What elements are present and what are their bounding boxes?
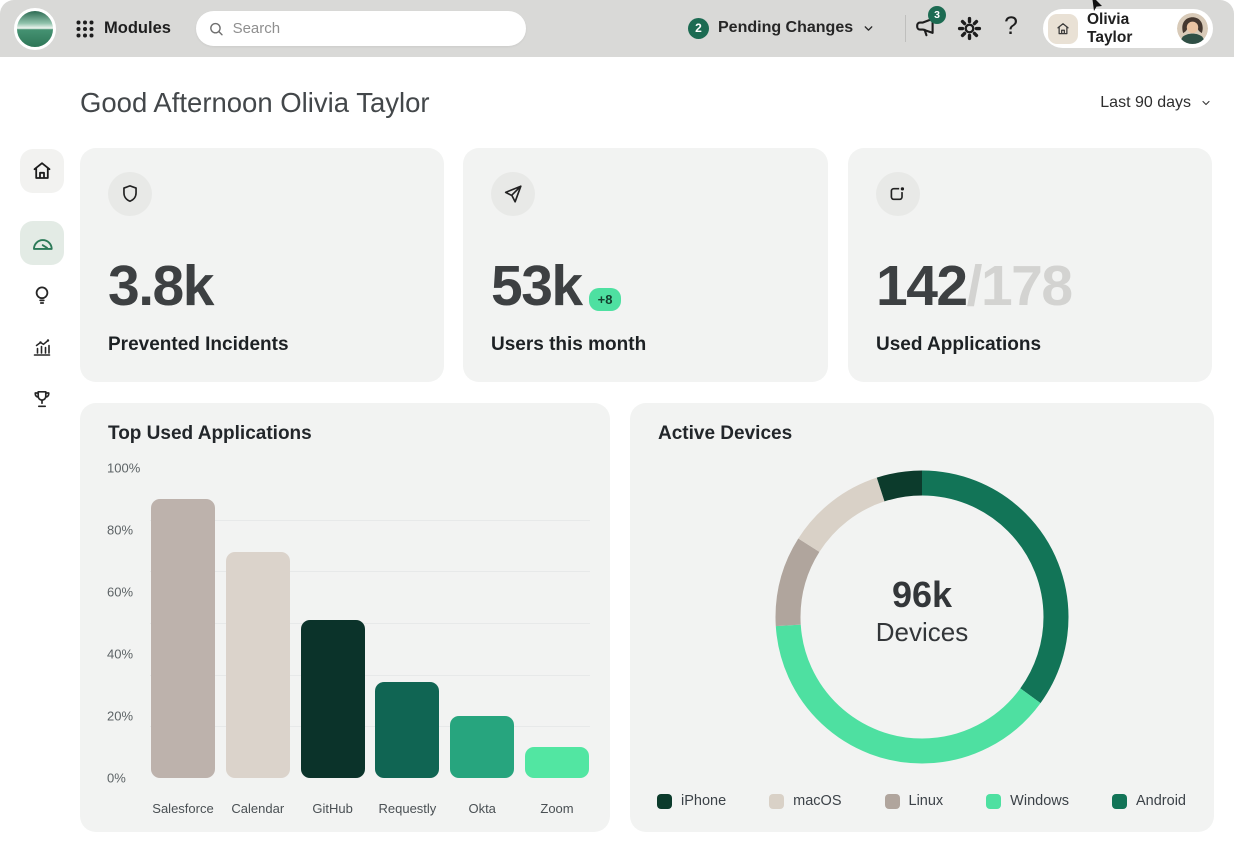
gridline xyxy=(150,726,590,727)
stat-card-prevented-incidents: 3.8k Prevented Incidents xyxy=(80,148,444,382)
stat-label: Users this month xyxy=(491,334,646,356)
avatar xyxy=(1177,13,1208,44)
legend-item-iphone[interactable]: iPhone xyxy=(657,793,726,809)
notification-count-badge: 3 xyxy=(928,6,946,24)
applications-icon xyxy=(887,183,909,205)
stat-icon-holder xyxy=(876,172,920,216)
app-window: Modules 2 Pending Changes 3 xyxy=(0,0,1234,856)
stat-value: 142 xyxy=(876,258,967,315)
chevron-down-icon xyxy=(1200,97,1212,109)
gear-icon xyxy=(956,15,983,42)
bar-chart-card: Top Used Applications 0%20%40%60%80%100%… xyxy=(80,403,610,832)
page-title: Good Afternoon Olivia Taylor xyxy=(80,87,430,119)
legend-swatch xyxy=(986,794,1001,809)
legend-item-windows[interactable]: Windows xyxy=(986,793,1069,809)
y-axis-tick: 80% xyxy=(107,523,133,538)
legend-item-linux[interactable]: Linux xyxy=(885,793,944,809)
trophy-icon xyxy=(30,387,54,411)
bar-okta[interactable] xyxy=(450,716,514,778)
sidebar-item-achievements[interactable] xyxy=(30,387,54,411)
bar-requestly[interactable] xyxy=(375,682,439,778)
mouse-cursor xyxy=(1091,0,1105,12)
legend-item-android[interactable]: Android xyxy=(1112,793,1186,809)
stat-label: Used Applications xyxy=(876,334,1041,356)
legend-swatch xyxy=(885,794,900,809)
legend-label: macOS xyxy=(793,793,841,809)
bar-calendar[interactable] xyxy=(226,552,290,778)
x-axis-label: Zoom xyxy=(512,801,602,816)
help-button[interactable]: ? xyxy=(1001,12,1021,44)
legend-label: Windows xyxy=(1010,793,1069,809)
settings-button[interactable] xyxy=(956,15,983,42)
pending-changes-dropdown[interactable]: 2 Pending Changes xyxy=(688,14,875,42)
donut-legend: iPhone macOS Linux Windows Android xyxy=(657,793,1186,809)
legend-item-macos[interactable]: macOS xyxy=(769,793,841,809)
home-icon xyxy=(30,159,54,183)
stat-icon-holder xyxy=(491,172,535,216)
user-name: Olivia Taylor xyxy=(1087,11,1168,47)
bar-zoom[interactable] xyxy=(525,747,589,778)
bar-chart-plot: 0%20%40%60%80%100%SalesforceCalendarGitH… xyxy=(80,403,610,832)
y-axis-tick: 20% xyxy=(107,709,133,724)
shield-icon xyxy=(119,183,141,205)
notifications-button[interactable]: 3 xyxy=(913,14,943,44)
legend-swatch xyxy=(769,794,784,809)
stat-total: /178 xyxy=(967,258,1072,315)
y-axis-tick: 0% xyxy=(107,771,126,786)
gauge-icon xyxy=(30,231,55,256)
search-bar[interactable] xyxy=(196,11,526,46)
search-icon xyxy=(208,20,225,38)
brand-logo[interactable] xyxy=(14,8,56,50)
y-axis-tick: 100% xyxy=(107,461,140,476)
donut-chart-title: Active Devices xyxy=(658,423,792,445)
donut-center-text: 96k Devices xyxy=(822,575,1022,648)
chevron-down-icon xyxy=(862,22,875,35)
user-menu[interactable]: Olivia Taylor xyxy=(1043,9,1213,48)
stat-label: Prevented Incidents xyxy=(108,334,289,356)
gridline xyxy=(150,623,590,624)
modules-grid-icon[interactable] xyxy=(76,20,94,38)
donut-center-label: Devices xyxy=(822,617,1022,648)
stat-card-used-applications: 142 /178 Used Applications xyxy=(848,148,1212,382)
search-input[interactable] xyxy=(233,20,514,37)
analytics-icon xyxy=(30,335,54,359)
stat-value: 53k xyxy=(491,258,582,315)
legend-label: Android xyxy=(1136,793,1186,809)
bar-github[interactable] xyxy=(301,620,365,778)
legend-swatch xyxy=(1112,794,1127,809)
legend-label: Linux xyxy=(909,793,944,809)
stat-value: 3.8k xyxy=(108,258,213,315)
modules-label[interactable]: Modules xyxy=(104,19,171,38)
sidebar-item-dashboard[interactable] xyxy=(20,221,64,265)
legend-swatch xyxy=(657,794,672,809)
sidebar-item-analytics[interactable] xyxy=(30,335,54,359)
legend-label: iPhone xyxy=(681,793,726,809)
stat-delta-badge: +8 xyxy=(589,288,622,311)
stat-card-users-this-month: 53k +8 Users this month xyxy=(463,148,828,382)
y-axis-tick: 40% xyxy=(107,647,133,662)
date-range-label: Last 90 days xyxy=(1100,94,1191,112)
donut-center-value: 96k xyxy=(822,575,1022,615)
date-range-dropdown[interactable]: Last 90 days xyxy=(1100,94,1212,112)
navbar-divider xyxy=(905,15,906,42)
workspace-home-icon xyxy=(1048,14,1078,44)
lightbulb-icon xyxy=(30,283,54,307)
sidebar-item-home[interactable] xyxy=(20,149,64,193)
sidebar-item-insights[interactable] xyxy=(30,283,54,307)
gridline xyxy=(150,675,590,676)
donut-chart-card: Active Devices 96k Devices iPhone macOS Li… xyxy=(630,403,1214,832)
gridline xyxy=(150,571,590,572)
bar-salesforce[interactable] xyxy=(151,499,215,778)
pending-changes-label: Pending Changes xyxy=(718,19,853,37)
send-icon xyxy=(502,183,524,205)
y-axis-tick: 60% xyxy=(107,585,133,600)
gridline xyxy=(150,520,590,521)
top-navbar: Modules 2 Pending Changes 3 xyxy=(0,0,1234,57)
pending-changes-count-badge: 2 xyxy=(688,18,709,39)
stat-icon-holder xyxy=(108,172,152,216)
